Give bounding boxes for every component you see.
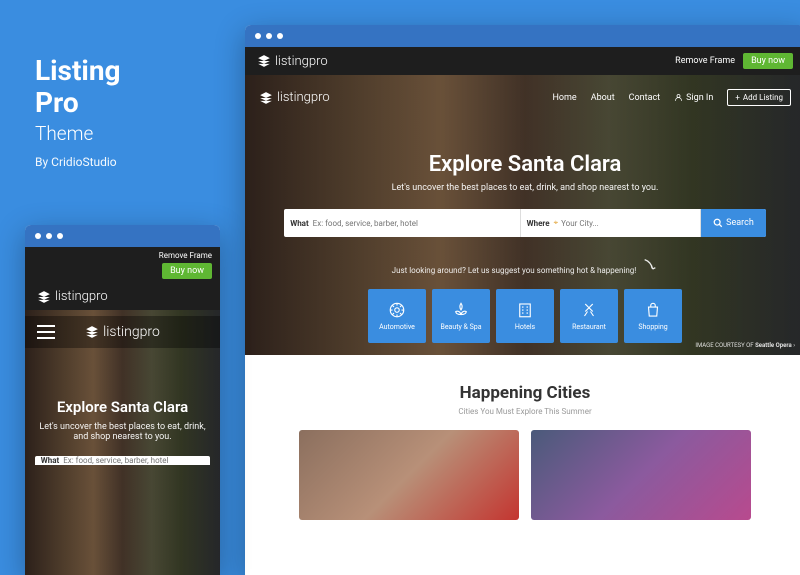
automotive-icon <box>388 301 406 319</box>
signin-link[interactable]: Sign In <box>674 93 713 103</box>
hero-sub: Let's uncover the best places to eat, dr… <box>25 422 220 442</box>
category-shopping[interactable]: Shopping <box>624 289 682 343</box>
pin-icon: ⌖ <box>554 218 559 228</box>
remove-frame-link[interactable]: Remove Frame <box>675 56 735 66</box>
category-restaurant[interactable]: Restaurant <box>560 289 618 343</box>
window-bar <box>25 225 220 247</box>
hero-section: listingpro Explore Santa Clara Let's unc… <box>25 310 220 575</box>
cities-title: Happening Cities <box>265 383 785 403</box>
layers-icon <box>85 325 99 339</box>
buy-now-button[interactable]: Buy now <box>743 53 793 69</box>
title-theme: Theme <box>35 122 121 145</box>
category-automotive[interactable]: Automotive <box>368 289 426 343</box>
layers-icon <box>37 290 51 304</box>
title-author: By CridioStudio <box>35 155 121 169</box>
search-bar: What Where ⌖ Search <box>284 209 766 237</box>
category-hotels[interactable]: Hotels <box>496 289 554 343</box>
window-bar <box>245 25 800 47</box>
promo-title: Listing Pro Theme By CridioStudio <box>35 55 121 169</box>
hero-section: listingpro Home About Contact Sign In +A… <box>245 75 800 355</box>
search-bar: What <box>35 456 211 465</box>
add-listing-button[interactable]: +Add Listing <box>727 89 791 106</box>
what-input[interactable] <box>313 219 514 228</box>
where-input[interactable] <box>561 219 694 228</box>
title-line2: Pro <box>35 87 121 119</box>
user-icon <box>674 93 683 102</box>
hero-sub: Let's uncover the best places to eat, dr… <box>245 183 800 193</box>
nav-home[interactable]: Home <box>552 93 576 103</box>
hotel-icon <box>516 301 534 319</box>
cities-section: Happening Cities Cities You Must Explore… <box>245 355 800 530</box>
frame-strip: listingpro Remove Frame Buy now <box>245 47 800 75</box>
shopping-icon <box>644 301 662 319</box>
city-card[interactable] <box>299 430 519 520</box>
search-button[interactable]: Search <box>701 209 766 237</box>
brand-logo: listingpro <box>85 324 160 340</box>
suggest-text: Just looking around? Let us suggest you … <box>245 257 800 275</box>
hamburger-icon[interactable] <box>37 325 55 339</box>
restaurant-icon <box>580 301 598 319</box>
mobile-preview: Remove Frame Buy now listingpro listingp… <box>25 225 220 575</box>
plus-icon: + <box>735 93 740 102</box>
frame-strip: Remove Frame Buy now <box>25 247 220 283</box>
search-icon <box>713 218 723 228</box>
remove-frame-link[interactable]: Remove Frame <box>159 251 212 260</box>
desktop-preview: listingpro Remove Frame Buy now listingp… <box>245 25 800 575</box>
image-credit: IMAGE COURTESY OF Seattle Opera › <box>695 342 795 349</box>
nav-about[interactable]: About <box>591 93 615 103</box>
hero-heading: Explore Santa Clara <box>25 398 220 416</box>
layers-icon <box>259 91 273 105</box>
what-input[interactable] <box>63 456 204 465</box>
search-what[interactable]: What <box>284 209 520 237</box>
nav-contact[interactable]: Contact <box>629 93 660 103</box>
brand-logo: listingpro <box>37 289 108 304</box>
curly-arrow-icon <box>642 257 658 273</box>
hero-heading: Explore Santa Clara <box>245 152 800 177</box>
hero-nav: listingpro Home About Contact Sign In +A… <box>245 83 800 112</box>
category-beauty[interactable]: Beauty & Spa <box>432 289 490 343</box>
layers-icon <box>257 54 271 68</box>
spa-icon <box>452 301 470 319</box>
search-where[interactable]: Where ⌖ <box>521 209 702 237</box>
city-card[interactable] <box>531 430 751 520</box>
category-row: Automotive Beauty & Spa Hotels Restauran… <box>245 289 800 343</box>
brand-strip: listingpro <box>25 283 220 310</box>
cities-sub: Cities You Must Explore This Summer <box>265 407 785 416</box>
brand-logo: listingpro <box>257 54 328 69</box>
search-what[interactable]: What <box>35 456 211 465</box>
title-line1: Listing <box>35 55 121 87</box>
brand-logo: listingpro <box>259 90 330 105</box>
buy-now-button[interactable]: Buy now <box>162 263 212 279</box>
